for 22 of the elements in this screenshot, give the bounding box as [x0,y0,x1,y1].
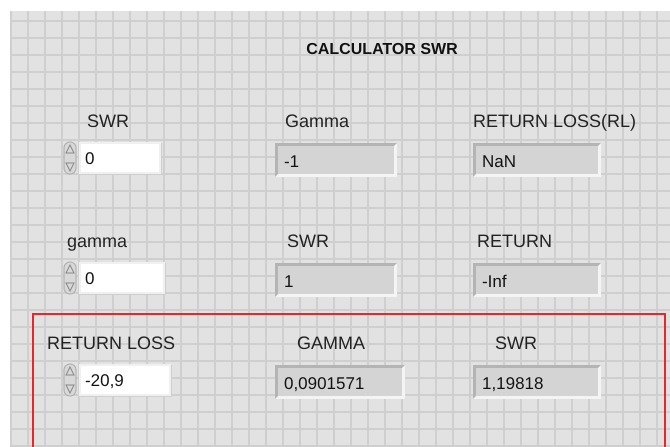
field-label: SWR [87,111,129,133]
field-label: RETURN LOSS [47,333,176,355]
spinner-icon[interactable] [63,141,77,175]
numeric-indicator: 1 [275,263,397,297]
numeric-input[interactable]: 0 [79,142,161,174]
field-label: gamma [67,231,128,253]
field-label: Gamma [285,111,350,133]
numeric-indicator: 0,0901571 [275,365,405,399]
numeric-input[interactable]: 0 [79,262,165,294]
spinner-icon[interactable] [63,261,77,295]
numeric-indicator: 1,19818 [473,365,601,399]
field-label: GAMMA [297,333,366,355]
field-label: SWR [287,231,329,253]
numeric-input[interactable]: -20,9 [79,364,171,396]
numeric-indicator: -Inf [473,263,601,297]
field-label: RETURN LOSS(RL) [473,111,636,133]
field-label: RETURN [477,231,552,253]
panel-title: CALCULATOR SWR [306,41,458,59]
field-label: SWR [495,333,537,355]
numeric-indicator: -1 [275,143,397,177]
spinner-icon[interactable] [63,363,77,397]
numeric-indicator: NaN [473,143,601,177]
